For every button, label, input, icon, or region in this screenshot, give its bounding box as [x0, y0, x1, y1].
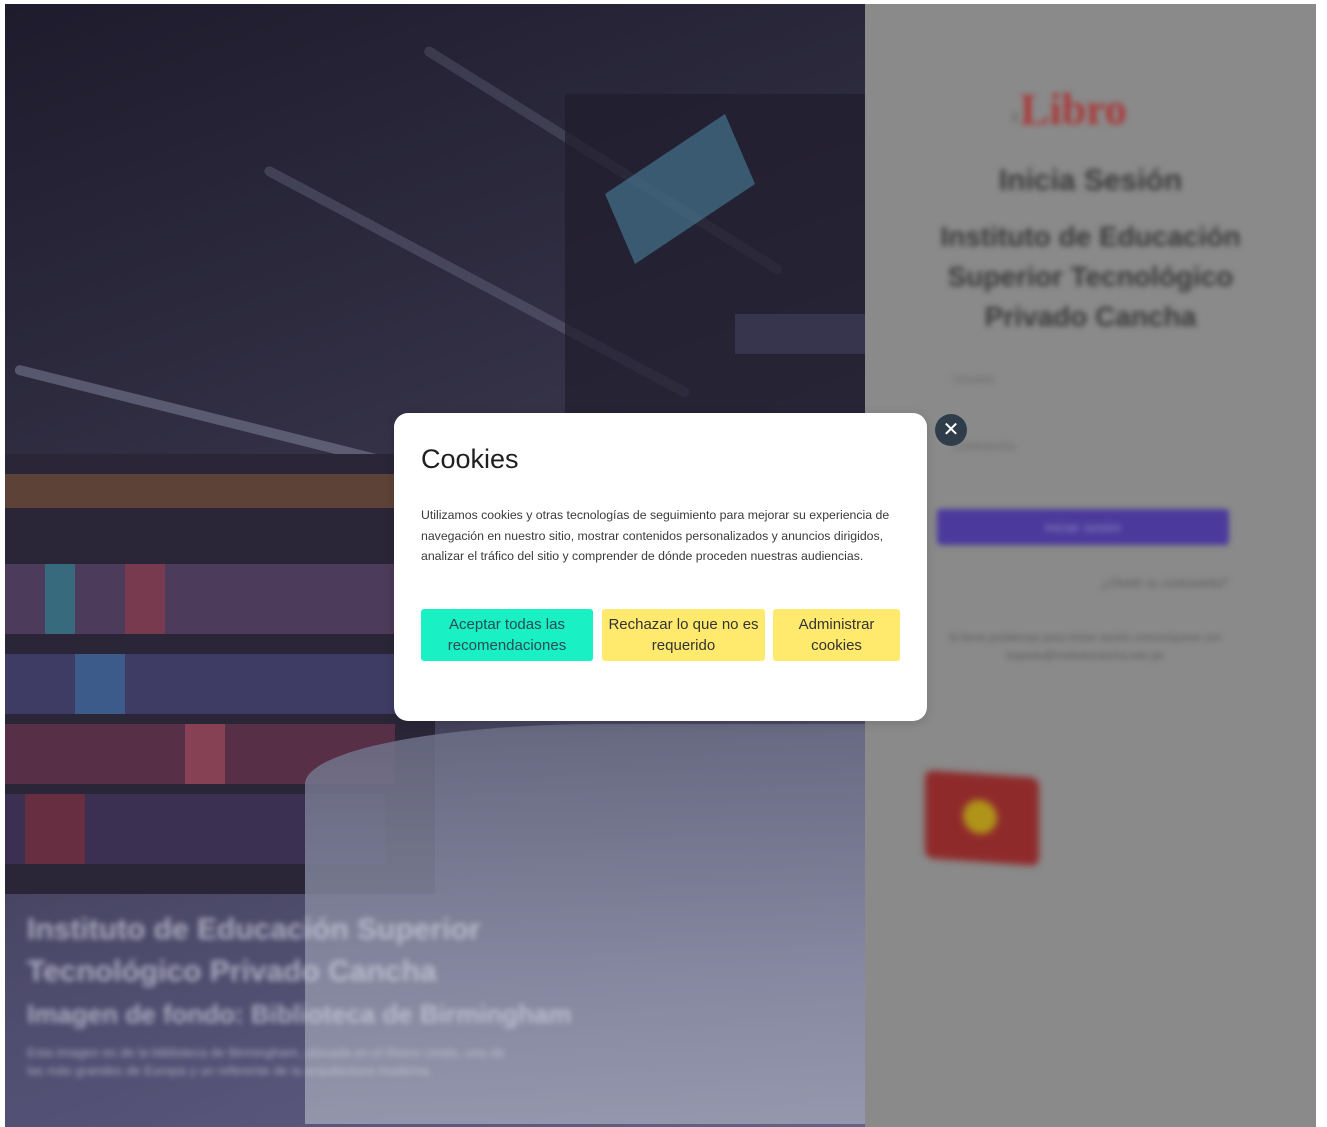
accept-all-button[interactable]: Aceptar todas las recomendaciones — [421, 609, 593, 661]
manage-cookies-button[interactable]: Administrar cookies — [773, 609, 900, 661]
cookie-dialog-text: Utilizamos cookies y otras tecnologías d… — [421, 508, 890, 563]
cookie-consent-dialog: Cookies Utilizamos cookies y otras tecno… — [394, 413, 927, 721]
close-icon[interactable]: ✕ — [935, 414, 967, 446]
reject-non-required-button[interactable]: Rechazar lo que no es requerido — [602, 609, 765, 661]
cookie-dialog-title: Cookies — [421, 444, 519, 474]
